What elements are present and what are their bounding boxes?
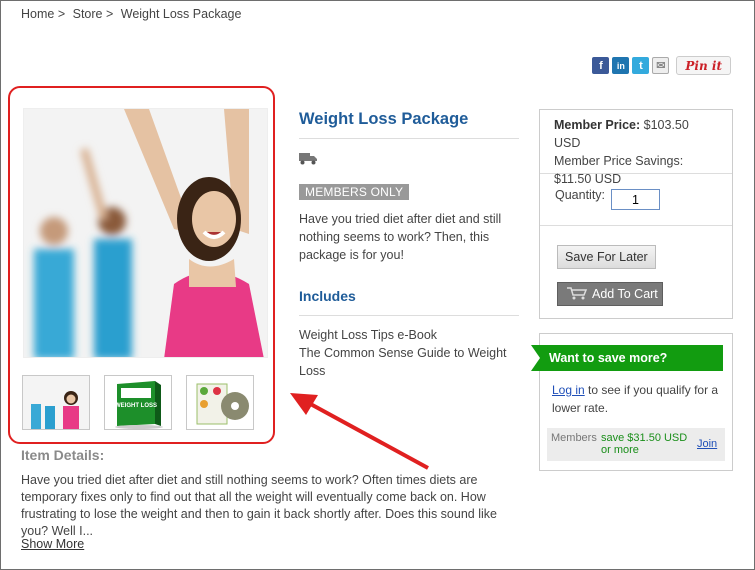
save-more-banner: Want to save more?: [531, 345, 723, 371]
breadcrumb: Home > Store > Weight Loss Package: [21, 7, 245, 21]
cart-icon: [566, 286, 588, 303]
quantity-label: Quantity:: [555, 188, 606, 202]
members-offer-row: Members save $31.50 USD or more Join: [547, 428, 725, 461]
quantity-input[interactable]: [611, 189, 661, 210]
share-bar: f in t ✉ Pin it: [592, 56, 731, 75]
item-details-heading: Item Details:: [21, 447, 105, 463]
thumbnail-dvd[interactable]: [186, 375, 254, 430]
pinterest-button[interactable]: Pin it: [676, 56, 731, 75]
product-gallery-highlight: WEIGHT LOSS: [8, 86, 275, 444]
divider: [299, 315, 519, 316]
savings-value: $11.50 USD: [554, 172, 622, 186]
email-icon[interactable]: ✉: [652, 57, 670, 74]
purchase-panel: Member Price: $103.50 USD Member Price S…: [539, 109, 733, 319]
includes-list: Weight Loss Tips e-Book The Common Sense…: [299, 326, 514, 380]
members-label: Members: [551, 432, 597, 444]
product-title: Weight Loss Package: [299, 110, 469, 128]
thumbnail-ebook-title: WEIGHT LOSS: [115, 403, 157, 409]
includes-item: The Common Sense Guide to Weight Loss: [299, 346, 507, 378]
members-savings-text: save $31.50 USD or more: [601, 432, 688, 456]
save-for-later-button[interactable]: Save For Later: [557, 245, 656, 269]
add-to-cart-label: Add To Cart: [592, 287, 658, 301]
includes-item: Weight Loss Tips e-Book: [299, 328, 438, 342]
join-link[interactable]: Join: [697, 438, 717, 450]
product-short-description: Have you tried diet after diet and still…: [299, 212, 502, 262]
twitter-icon[interactable]: t: [632, 57, 650, 74]
thumbnail-photo[interactable]: [22, 375, 90, 430]
divider: [299, 138, 519, 139]
login-prompt: Log in to see if you qualify for a lower…: [552, 381, 727, 417]
breadcrumb-home[interactable]: Home >: [21, 7, 65, 21]
members-only-badge: MEMBERS ONLY: [299, 184, 410, 200]
save-more-panel: Want to save more? Log in to see if you …: [531, 333, 733, 471]
price-info: Member Price: $103.50 USD Member Price S…: [540, 110, 732, 186]
member-price-label: Member Price:: [554, 118, 641, 132]
thumbnail-strip: WEIGHT LOSS: [22, 375, 254, 430]
add-to-cart-button[interactable]: Add To Cart: [557, 282, 663, 306]
breadcrumb-store[interactable]: Store >: [73, 7, 114, 21]
members-savings: save $31.50 USD or more: [601, 432, 689, 456]
includes-heading: Includes: [299, 288, 356, 304]
thumbnail-ebook[interactable]: WEIGHT LOSS: [104, 375, 172, 430]
facebook-icon[interactable]: f: [592, 57, 610, 74]
savings-label: Member Price Savings:: [554, 154, 684, 168]
login-link[interactable]: Log in: [552, 383, 585, 397]
item-details-text: Have you tried diet after diet and still…: [21, 473, 497, 538]
shipping-truck-icon: [299, 151, 317, 165]
linkedin-icon[interactable]: in: [612, 57, 630, 74]
show-more-link[interactable]: Show More: [21, 537, 84, 551]
product-main-image[interactable]: [23, 108, 268, 358]
breadcrumb-current: Weight Loss Package: [120, 7, 242, 21]
